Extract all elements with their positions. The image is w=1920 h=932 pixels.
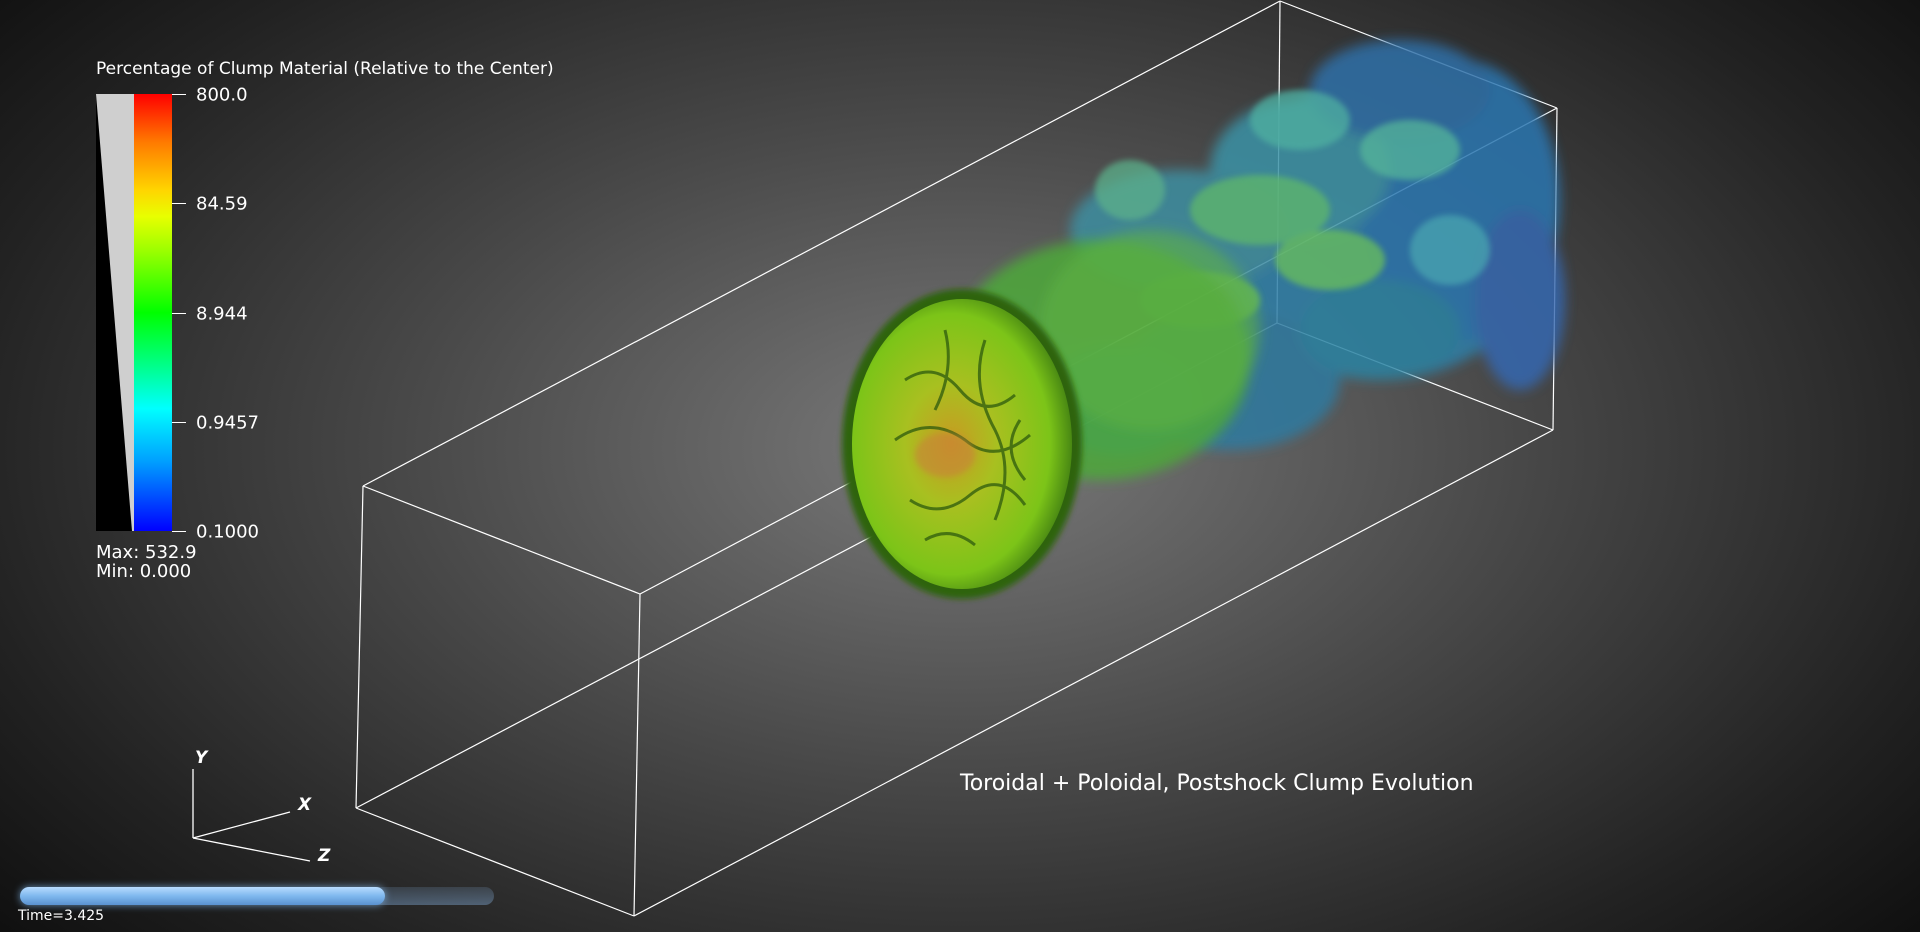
- clump-cap: [842, 289, 1082, 599]
- time-slider[interactable]: [20, 887, 494, 905]
- time-label: Time=3.425: [18, 908, 105, 924]
- axes-triad: [192, 769, 311, 862]
- axis-label-x: X: [298, 795, 312, 815]
- time-slider-fill: [20, 887, 385, 905]
- scene-caption: Toroidal + Poloidal, Postshock Clump Evo…: [960, 771, 1474, 796]
- axis-label-z: Z: [318, 846, 331, 866]
- axis-label-y: Y: [195, 748, 208, 768]
